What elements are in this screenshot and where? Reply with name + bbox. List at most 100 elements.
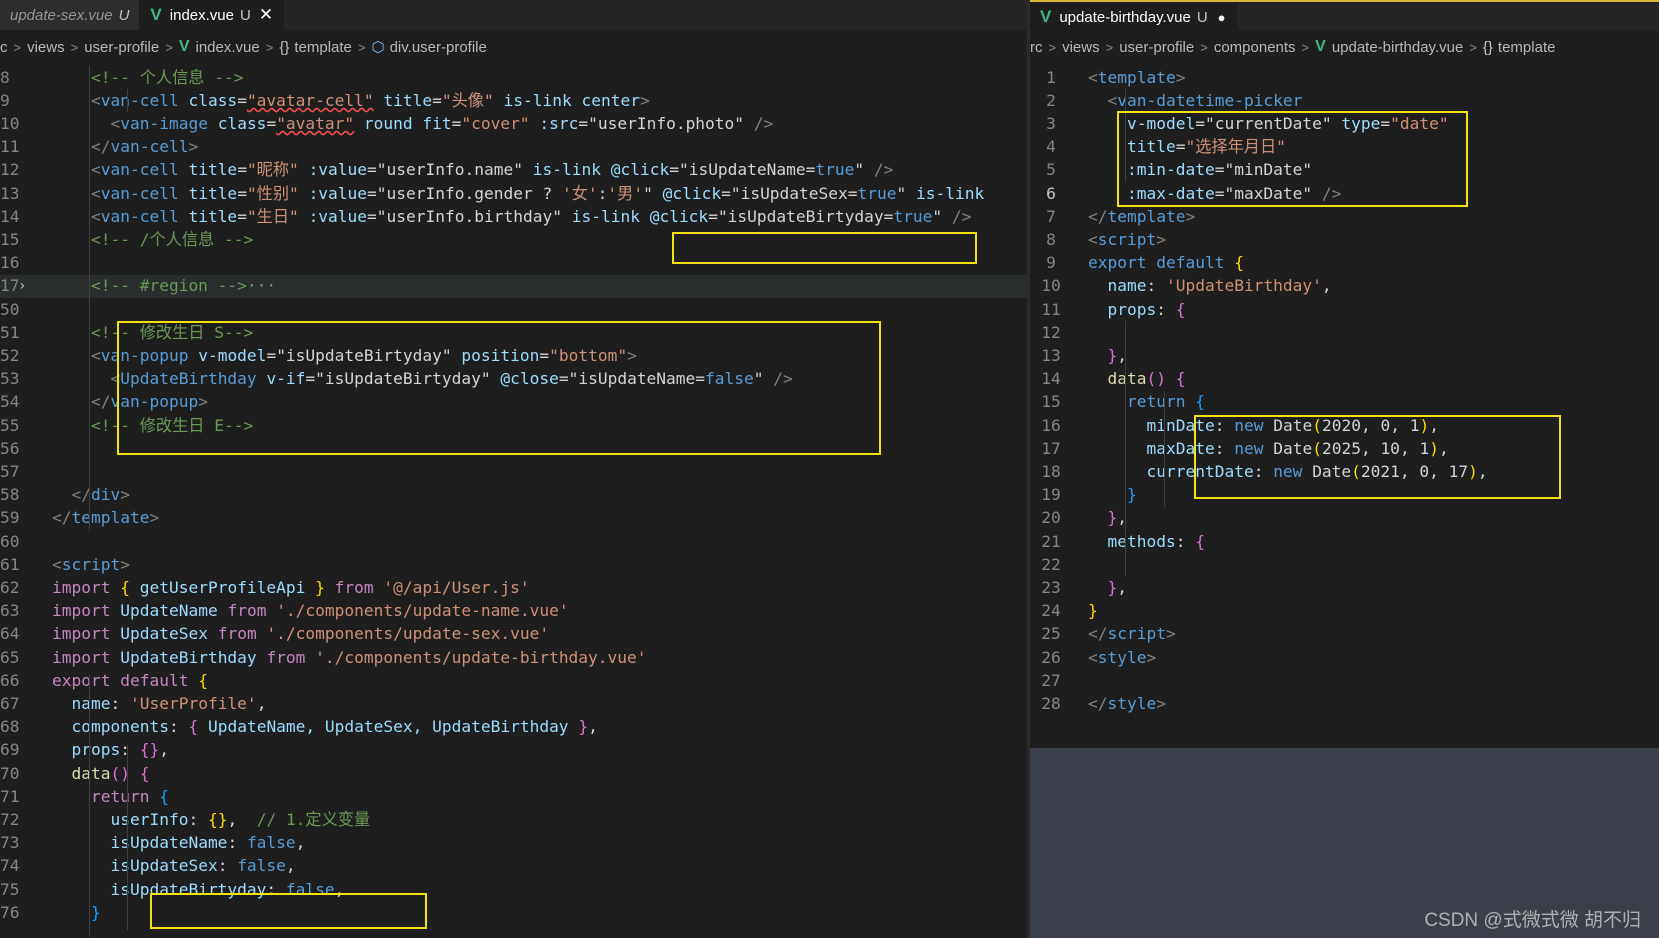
code-line[interactable]: 54 </van-popup> [0,391,1027,414]
code-token: = [1175,137,1186,157]
tab-update-sex-vue[interactable]: update-sex.vue U [0,0,141,30]
code-line[interactable]: 15 <!-- /个人信息 --> [0,228,1027,251]
code-token: data [71,763,111,783]
code-area[interactable]: 8 <!-- 个人信息 --> 9 <van-cell class="avatar… [0,66,1027,938]
breadcrumb-item[interactable]: views [27,39,65,56]
breadcrumb-item[interactable]: Vupdate-birthday.vue [1315,38,1463,56]
code-line[interactable]: 14 <van-cell title="生日" :value="userInfo… [0,205,1027,228]
code-text: </template> [52,506,159,530]
code-line[interactable]: 8 <!-- 个人信息 --> [0,66,1027,89]
code-token: position [461,345,540,365]
line-number: 12 [1041,322,1061,342]
code-line[interactable]: 53 <UpdateBirthday v-if="isUpdateBirtyda… [0,368,1027,391]
code-line[interactable]: 66 export default { [0,669,1027,692]
code-token: import [52,624,111,644]
breadcrumb-item[interactable]: rc [1030,39,1043,56]
code-line[interactable]: 23 }, [1030,576,1659,599]
code-line[interactable]: 70 data() { [0,762,1027,785]
code-line[interactable]: 11 props: { [1030,298,1659,321]
code-line[interactable]: 73 isUpdateName: false, [0,832,1027,855]
code-token: title [1126,137,1176,157]
breadcrumb-item[interactable]: user-profile [1119,39,1194,56]
code-line[interactable]: 17 › <!-- #region -->··· [0,274,1027,298]
code-token: "minDate" [1224,160,1313,180]
line-number: 56 [0,438,20,458]
code-line[interactable]: 52 <van-popup v-model="isUpdateBirtyday"… [0,344,1027,367]
code-text: <template> [1088,66,1185,90]
code-line[interactable]: 13 <van-cell title="性别" :value="userInfo… [0,182,1027,205]
code-token: > [1175,67,1186,87]
code-line[interactable]: 28 </style> [1030,692,1659,715]
code-line[interactable]: 12 <van-cell title="昵称" :value="userInfo… [0,159,1027,182]
line-number: 5 [1046,160,1056,180]
code-text: return { [1088,390,1205,414]
indent-guide [1164,391,1165,507]
code-token: : [1146,276,1166,296]
code-line[interactable]: 1 <template> [1030,66,1659,89]
code-token: </ [52,508,72,528]
code-line[interactable]: 76 } [0,901,1027,924]
code-line[interactable]: 9 <van-cell class="avatar-cell" title="头… [0,89,1027,112]
code-line[interactable]: 71 return { [0,785,1027,808]
code-line[interactable]: 74 isUpdateSex: false, [0,855,1027,878]
breadcrumb-item[interactable]: {} template [1483,39,1556,56]
breadcrumb-item[interactable]: components [1214,39,1296,56]
code-line[interactable]: 55 <!-- 修改生日 E--> [0,414,1027,437]
tab-update-birthday-vue[interactable]: V update-birthday.vue U ● [1030,2,1237,32]
code-line[interactable]: 10 name: 'UpdateBirthday', [1030,275,1659,298]
code-line[interactable]: 65 import UpdateBirthday from './componen… [0,646,1027,669]
code-line[interactable]: 64 import UpdateSex from './components/up… [0,623,1027,646]
code-line[interactable]: 63 import UpdateName from './components/u… [0,600,1027,623]
code-line[interactable]: 16 [0,252,1027,275]
breadcrumb-item[interactable]: user-profile [84,39,159,56]
code-line[interactable]: 69 props: {}, [0,739,1027,762]
breadcrumb-item[interactable]: c [0,39,8,56]
code-line[interactable]: 57 [0,460,1027,483]
code-line[interactable]: 6 :max-date="maxDate" /> [1030,182,1659,205]
code-line[interactable]: 26 <style> [1030,646,1659,669]
code-line[interactable]: 11 </van-cell> [0,136,1027,159]
code-line[interactable]: 67 name: 'UserProfile', [0,692,1027,715]
code-token: UpdateBirthday [120,647,257,667]
tab-index-vue[interactable]: V index.vue U ✕ [140,0,285,30]
code-line[interactable]: 75 isUpdateBirtyday: false, [0,878,1027,901]
breadcrumb-item[interactable]: views [1062,39,1100,56]
code-line[interactable]: 60 [0,530,1027,553]
code-line[interactable]: 50 [0,298,1027,321]
code-line[interactable]: 10 <van-image class="avatar" round fit="… [0,112,1027,135]
code-line[interactable]: 27 [1030,669,1659,692]
code-line[interactable]: 9 export default { [1030,252,1659,275]
line-number: 58 [0,485,20,505]
code-text: <van-cell title="性别" :value="userInfo.ge… [52,182,984,206]
code-line[interactable]: 72 userInfo: {}, // 1.定义变量 [0,808,1027,831]
code-line[interactable]: 61 <script> [0,553,1027,576]
breadcrumb-item[interactable]: Vindex.vue [179,38,260,56]
code-line[interactable]: 62 import { getUserProfileApi } from '@/a… [0,576,1027,599]
code-line[interactable]: 68 components: { UpdateName, UpdateSex, … [0,716,1027,739]
code-line[interactable]: 56 [0,437,1027,460]
close-icon[interactable]: ✕ [259,5,273,25]
code-line[interactable]: 8 <script> [1030,228,1659,251]
code-line[interactable]: 58 </div> [0,484,1027,507]
code-token: /> [864,160,894,180]
code-token: '男' [607,183,644,203]
fold-chevron-icon[interactable]: › [18,274,52,298]
breadcrumb-item[interactable]: ⬡ div.user-profile [371,38,486,57]
breadcrumb-item[interactable]: {} template [279,39,352,56]
code-line[interactable]: 25 </script> [1030,623,1659,646]
code-line[interactable]: 51 <!-- 修改生日 S--> [0,321,1027,344]
unsaved-dot-icon[interactable]: ● [1218,10,1226,25]
code-line[interactable]: 7 </template> [1030,205,1659,228]
code-token: Date [1312,461,1352,481]
code-line[interactable]: 59 </template> [0,507,1027,530]
breadcrumb-label: template [1497,38,1556,56]
code-text: <!-- /个人信息 --> [52,228,253,252]
code-line[interactable]: 24} [1030,600,1659,623]
code-token: export [1088,253,1147,273]
